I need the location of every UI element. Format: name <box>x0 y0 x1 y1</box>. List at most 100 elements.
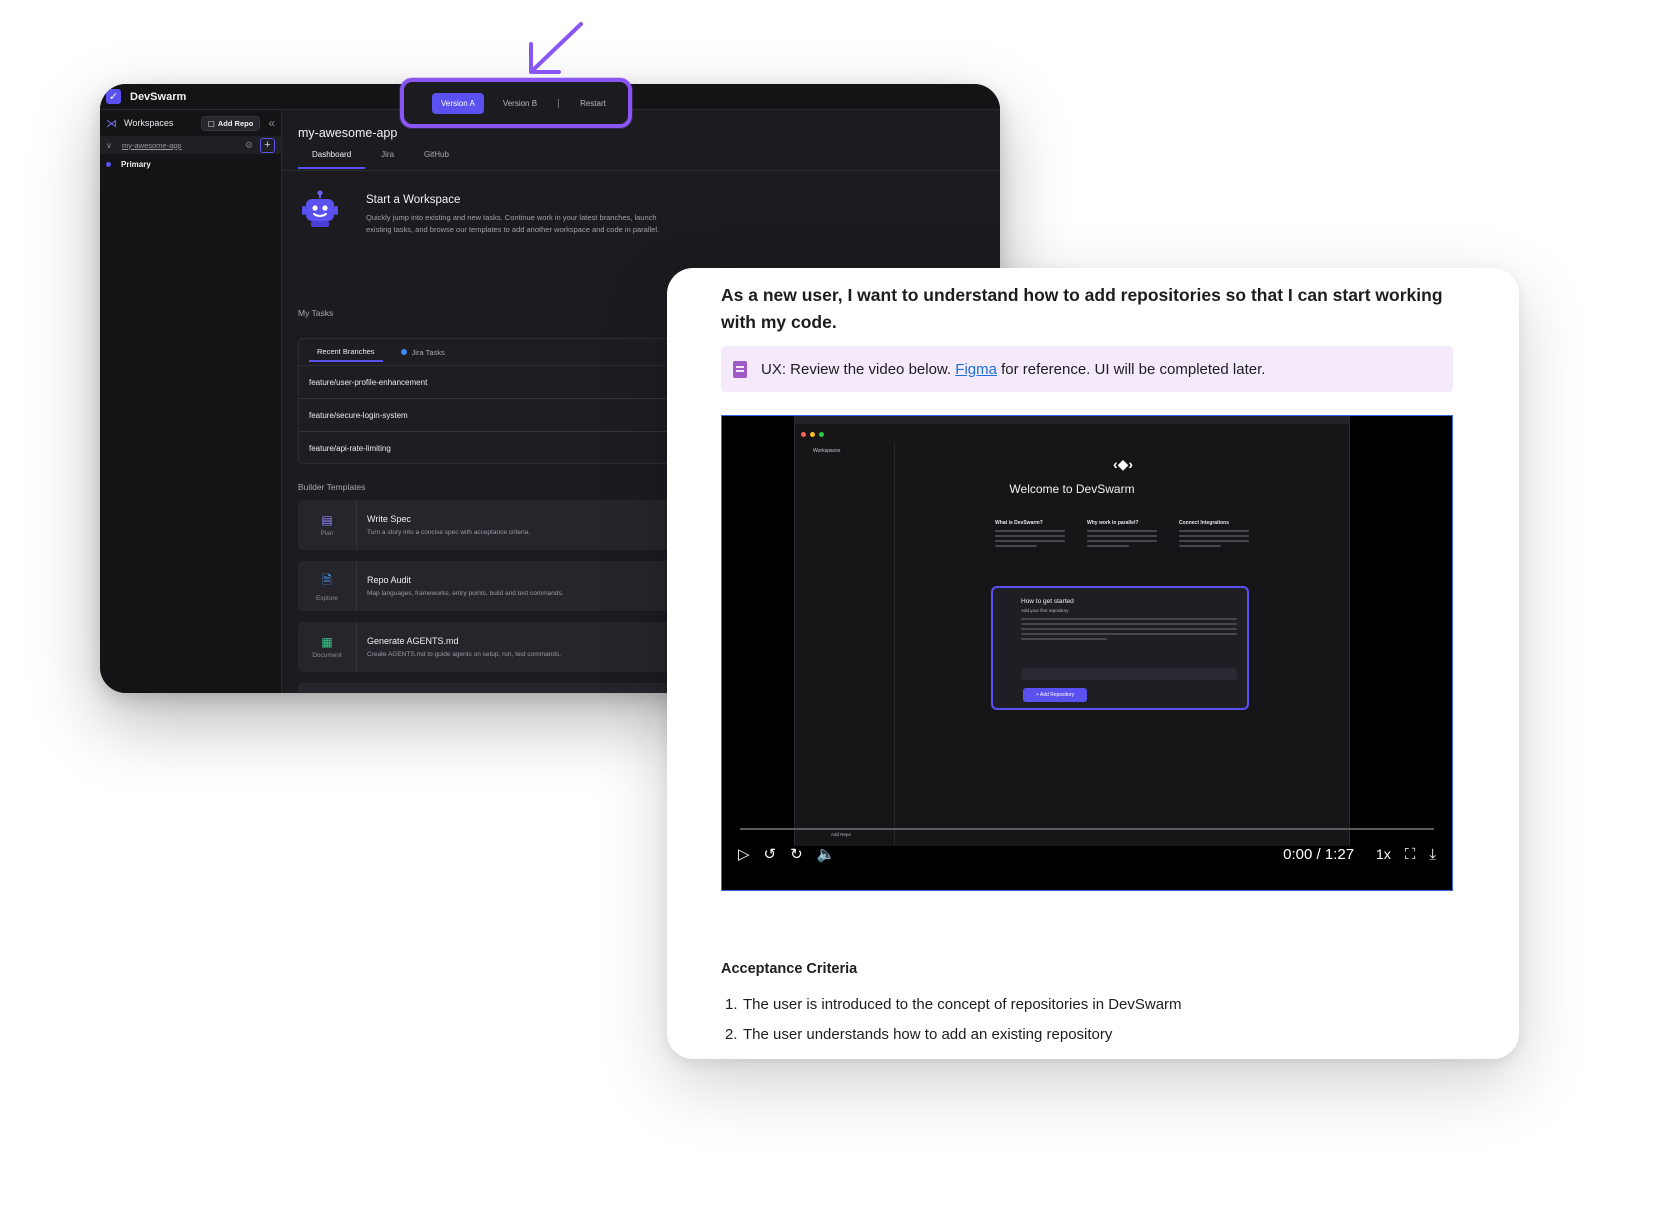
acceptance-criteria-list: 1. The user is introduced to the concept … <box>721 990 1461 1050</box>
window-controls <box>801 432 824 437</box>
video-modal-tip <box>1021 668 1237 680</box>
callout-suffix: for reference. UI will be completed late… <box>996 360 1266 378</box>
acceptance-criteria-title: Acceptance Criteria <box>721 961 858 977</box>
start-workspace-title: Start a Workspace <box>366 194 461 206</box>
template-description: Map languages, frameworks, entry points,… <box>367 590 564 597</box>
template-category: Document <box>312 652 342 659</box>
folder-plus-icon: ▢ <box>207 118 215 128</box>
list-item: 2. The user understands how to add an exi… <box>721 1020 1461 1050</box>
template-description: Turn a story into a concise spec with ac… <box>367 529 531 536</box>
add-workspace-button[interactable]: + <box>260 137 275 153</box>
video-player[interactable]: Workspaces ‹◆› Welcome to DevSwarm What … <box>721 415 1453 891</box>
minimize-dot-icon <box>810 432 815 437</box>
video-browser-bar <box>795 416 1349 424</box>
list-item: 1. The user is introduced to the concept … <box>721 990 1461 1020</box>
template-title: Repo Audit <box>367 575 412 585</box>
video-info-columns: What is DevSwarm? Why work in parallel? … <box>995 520 1249 550</box>
sidebar-item-primary[interactable]: Primary <box>100 154 281 174</box>
sidebar: ⋊ Workspaces ▢ Add Repo « ∨ my-awesome-a… <box>100 110 282 693</box>
video-time: 0:00 / 1:27 <box>1283 845 1355 863</box>
workspaces-label: Workspaces <box>124 118 174 128</box>
video-info-column: What is DevSwarm? <box>995 520 1065 550</box>
story-card: As a new user, I want to understand how … <box>667 268 1519 1059</box>
maximize-dot-icon <box>819 432 824 437</box>
close-dot-icon <box>801 432 806 437</box>
template-title: Write Spec <box>367 514 411 524</box>
list-item-text: The user understands how to add an exist… <box>743 1026 1113 1043</box>
sidebar-repo-name[interactable]: my-awesome-app <box>122 141 182 150</box>
video-column-title: Connect Integrations <box>1179 520 1230 526</box>
add-repo-label: Add Repo <box>217 118 254 128</box>
divider <box>282 170 1000 171</box>
video-modal-subtitle: Add your first repository <box>1021 608 1069 613</box>
jira-icon <box>400 349 407 355</box>
sidebar-repo-row[interactable]: ∨ my-awesome-app ⚙ + <box>100 136 281 154</box>
collapse-sidebar-icon[interactable]: « <box>268 116 275 130</box>
callout-text: UX: Review the video below. Figma for re… <box>761 361 1265 378</box>
version-a-button[interactable]: Version A <box>432 92 484 114</box>
story-heading: As a new user, I want to understand how … <box>721 285 1443 332</box>
version-b-button[interactable]: Version B <box>494 93 546 114</box>
video-sidebar: Workspaces <box>795 442 895 846</box>
version-separator <box>558 98 560 108</box>
workspace-dot-icon <box>106 161 111 167</box>
template-category: Plan <box>320 530 334 537</box>
devswarm-logo-icon: ‹◆› <box>1113 456 1134 472</box>
template-title: Generate AGENTS.md <box>367 636 459 646</box>
video-modal-title: How to get started <box>1021 598 1074 605</box>
ux-callout: UX: Review the video below. Figma for re… <box>721 346 1453 392</box>
video-add-repository-button: + Add Repository <box>1023 688 1087 702</box>
add-repo-button[interactable]: ▢ Add Repo <box>200 115 261 131</box>
video-progress-bar[interactable] <box>740 828 1434 830</box>
video-info-column: Why work in parallel? <box>1087 520 1157 550</box>
tab-recent-branches[interactable]: Recent Branches <box>309 343 383 362</box>
start-workspace-card[interactable]: Start a Workspace Quickly jump into exis… <box>300 190 666 236</box>
version-selector: Version A Version B Restart <box>400 78 632 128</box>
gear-icon[interactable]: ⚙ <box>245 140 253 151</box>
template-description: Create AGENTS.md to guide agents on setu… <box>367 651 562 658</box>
main-tabs: Dashboard Jira GitHub <box>298 150 463 169</box>
play-icon[interactable]: ▷ <box>738 845 750 863</box>
robot-icon <box>302 190 338 227</box>
volume-icon[interactable]: 🔈 <box>817 845 836 863</box>
tab-jira[interactable]: Jira <box>367 150 408 169</box>
my-tasks-label: My Tasks <box>298 308 334 318</box>
app-title: DevSwarm <box>130 90 187 103</box>
chevron-down-icon[interactable]: ∨ <box>106 141 116 150</box>
video-column-title: What is DevSwarm? <box>995 520 1043 526</box>
video-sidebar-label: Workspaces <box>813 448 841 454</box>
template-category: Explore <box>315 594 339 602</box>
workspaces-icon: ⋊ <box>106 117 117 130</box>
page-title: my-awesome-app <box>298 126 398 140</box>
video-controls: ▷ ↺ ↻ 🔈 0:00 / 1:27 1x ⛶ ⤓ <box>738 842 1436 866</box>
check-icon: ✓ <box>106 89 121 104</box>
list-item-text: The user is introduced to the concept of… <box>743 996 1182 1013</box>
clipboard-icon: ▤ <box>321 513 333 527</box>
fullscreen-icon[interactable]: ⛶ <box>1405 846 1416 863</box>
video-welcome-title: Welcome to DevSwarm <box>1009 482 1135 496</box>
video-column-title: Why work in parallel? <box>1087 520 1139 526</box>
figma-link[interactable]: Figma <box>955 361 997 378</box>
video-get-started-modal: How to get started Add your first reposi… <box>991 586 1249 710</box>
tab-github[interactable]: GitHub <box>410 150 463 169</box>
forward-10-icon[interactable]: ↻ <box>790 845 803 863</box>
rewind-10-icon[interactable]: ↺ <box>764 845 777 863</box>
tab-jira-tasks[interactable]: Jira Tasks <box>393 344 453 361</box>
tab-label: Jira Tasks <box>411 347 445 357</box>
callout-prefix: UX: Review the video below. <box>761 360 956 378</box>
sidebar-header: ⋊ Workspaces ▢ Add Repo « <box>100 110 281 136</box>
tab-label: Recent Branches <box>317 346 375 356</box>
sidebar-item-label: Primary <box>121 159 151 169</box>
start-workspace-description: Quickly jump into existing and new tasks… <box>366 213 660 234</box>
builder-templates-label: Builder Templates <box>298 482 366 492</box>
download-icon[interactable]: ⤓ <box>1429 846 1436 863</box>
tab-dashboard[interactable]: Dashboard <box>298 150 366 169</box>
playback-speed-button[interactable]: 1x <box>1376 846 1391 862</box>
note-icon <box>733 360 747 378</box>
arrow-annotation-icon <box>529 22 583 74</box>
restart-button[interactable]: Restart <box>571 93 615 114</box>
table-icon: ▦ <box>321 635 333 649</box>
video-add-repo-label: Add Repo <box>831 832 852 837</box>
video-info-column: Connect Integrations <box>1179 520 1249 550</box>
document-icon: 🗎 <box>322 572 332 587</box>
